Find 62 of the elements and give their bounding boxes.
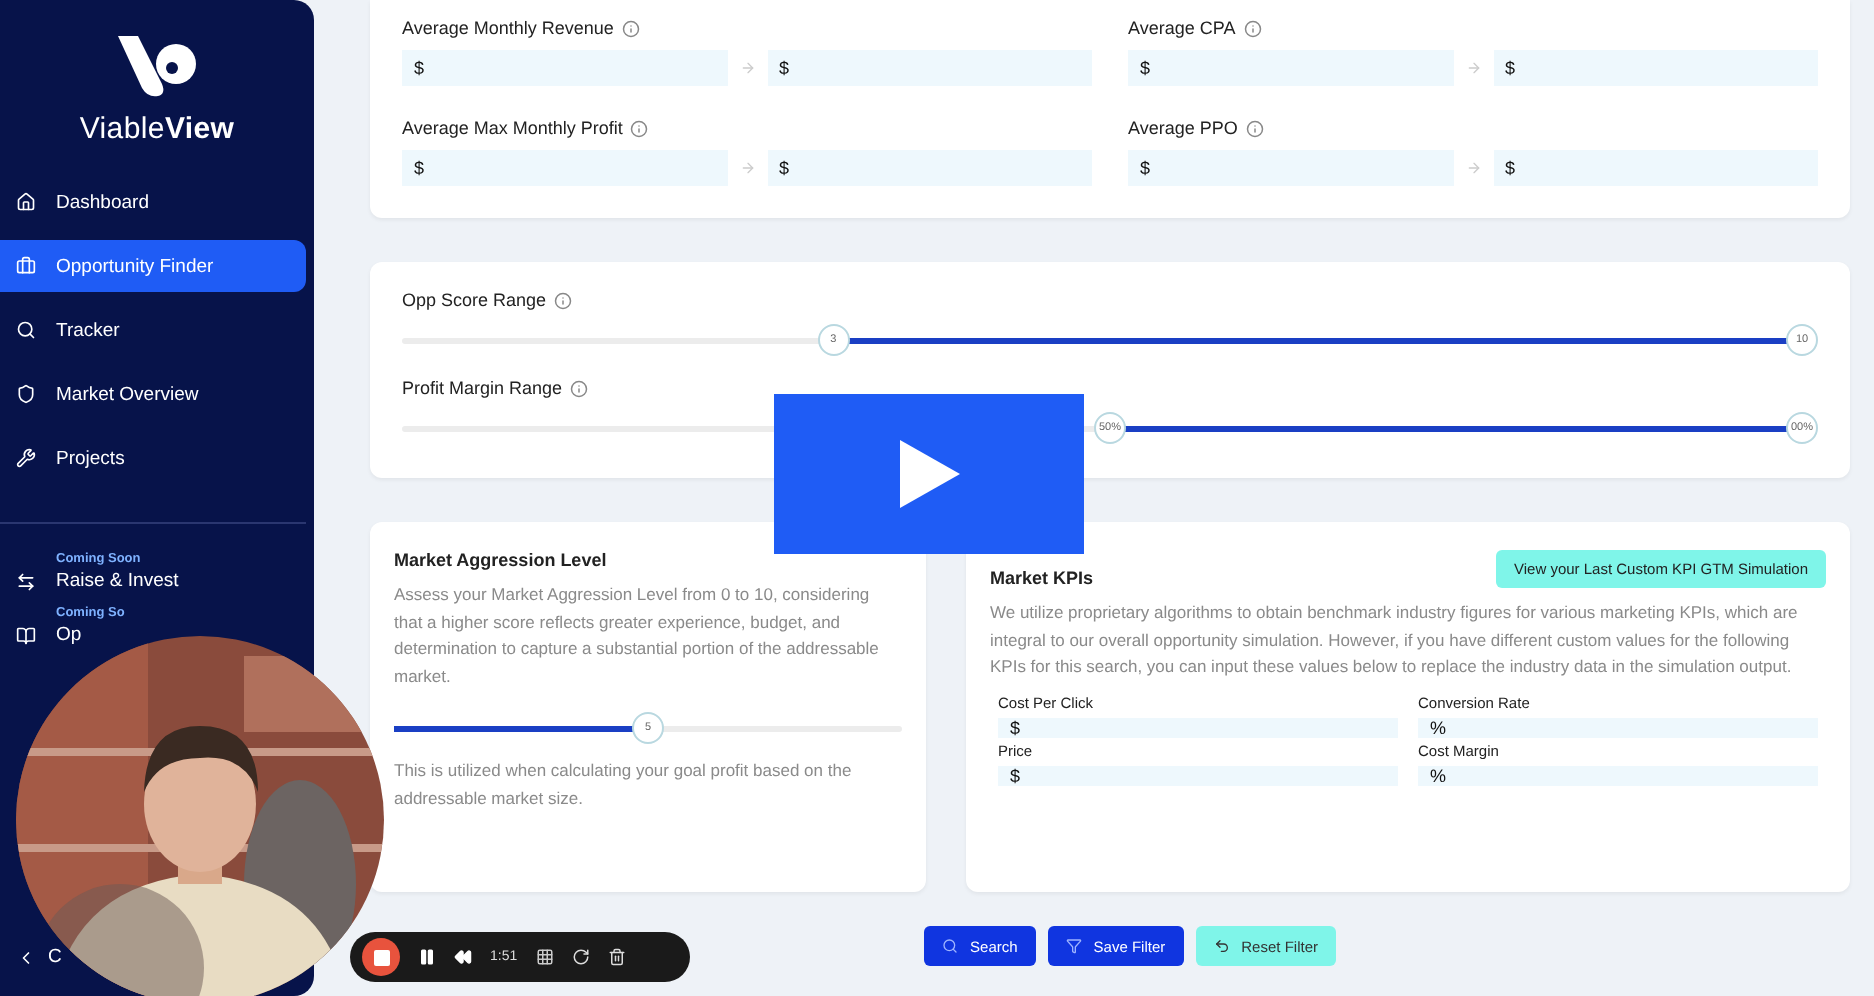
arrow-icon: [739, 60, 755, 76]
logo-text: ViableView: [79, 112, 235, 146]
logo-icon: [113, 32, 201, 100]
home-icon: [16, 192, 36, 212]
max-field[interactable]: $: [767, 150, 1092, 186]
trash-icon[interactable]: [607, 948, 626, 966]
filter-icon: [1065, 938, 1082, 954]
collapse-button[interactable]: C: [0, 946, 62, 968]
max-field[interactable]: $: [1493, 150, 1818, 186]
min-field[interactable]: $: [1128, 50, 1453, 86]
info-icon: [1243, 19, 1262, 37]
nav-item[interactable]: Market Overview: [0, 368, 306, 420]
card-title: Market Aggression Level: [394, 550, 609, 570]
info-icon: [630, 119, 649, 137]
play-button[interactable]: [774, 394, 1084, 554]
kpi-field[interactable]: %: [1418, 765, 1818, 785]
info-icon: [621, 19, 640, 37]
arrow-icon: [739, 160, 755, 176]
grid-icon[interactable]: [535, 948, 554, 966]
stop-button[interactable]: [362, 938, 400, 976]
kpi-field[interactable]: $: [998, 765, 1398, 785]
book-icon: [16, 626, 36, 646]
filter-label: Average PPO: [1128, 118, 1818, 138]
filter-label: Average Monthly Revenue: [402, 18, 1092, 38]
note-text: This is utilized when calculating your goal profit based on the addressable market size.: [394, 758, 854, 811]
info-icon: [554, 291, 573, 309]
slider-label: Opp Score Range: [402, 290, 1818, 310]
nav-item[interactable]: Tracker: [0, 304, 306, 356]
filter-label: Average CPA: [1128, 18, 1818, 38]
search-icon: [942, 938, 959, 954]
play-icon: [899, 440, 959, 508]
info-icon: [570, 379, 589, 397]
card-title: Market KPIs: [990, 568, 1094, 588]
kpi-field[interactable]: $: [998, 717, 1398, 737]
description-text: We utilize proprietary algorithms to obtain benchmark industry figures for various marketing KPIs, which are integral to our overall opportunity simulation. However, if you have different custom values for the following KPIs for this search, you can input these values below to replace the industry data in the simulation output.: [990, 600, 1800, 680]
arrow-icon: [1465, 160, 1481, 176]
filter-label: Average Max Monthly Profit: [402, 118, 1092, 138]
nav-item[interactable]: Dashboard: [0, 176, 306, 228]
max-field[interactable]: $: [767, 50, 1092, 86]
arrow-icon: [1465, 60, 1481, 76]
briefcase-icon: [16, 256, 36, 276]
nav-item[interactable]: Opportunity Finder: [0, 240, 306, 292]
info-icon: [1245, 119, 1264, 137]
arrows-icon: [16, 572, 36, 592]
stop-icon: [373, 949, 389, 965]
restart-icon[interactable]: [571, 948, 590, 966]
description-text: Assess your Market Aggression Level from 0 to 10, considering that a higher score reflects greater experience, budget, and determination to capture a substantial portion of the addressable market.: [394, 582, 881, 689]
nav-item[interactable]: Raise & Invest: [56, 570, 179, 592]
max-field[interactable]: $: [1493, 50, 1818, 86]
undo-icon: [1213, 938, 1230, 954]
nav-item[interactable]: Op: [56, 624, 82, 646]
kpi-field[interactable]: %: [1418, 717, 1818, 737]
min-field[interactable]: $: [402, 50, 727, 86]
pause-icon[interactable]: [418, 948, 436, 966]
min-field[interactable]: $: [402, 150, 727, 186]
wrench-icon: [16, 448, 36, 468]
shield-icon: [16, 384, 36, 404]
min-field[interactable]: $: [1128, 150, 1453, 186]
slider-label: Profit Margin Range: [402, 378, 1818, 398]
rewind-icon[interactable]: [454, 948, 472, 966]
nav-item[interactable]: Projects: [0, 432, 306, 484]
search-icon: [16, 320, 36, 340]
